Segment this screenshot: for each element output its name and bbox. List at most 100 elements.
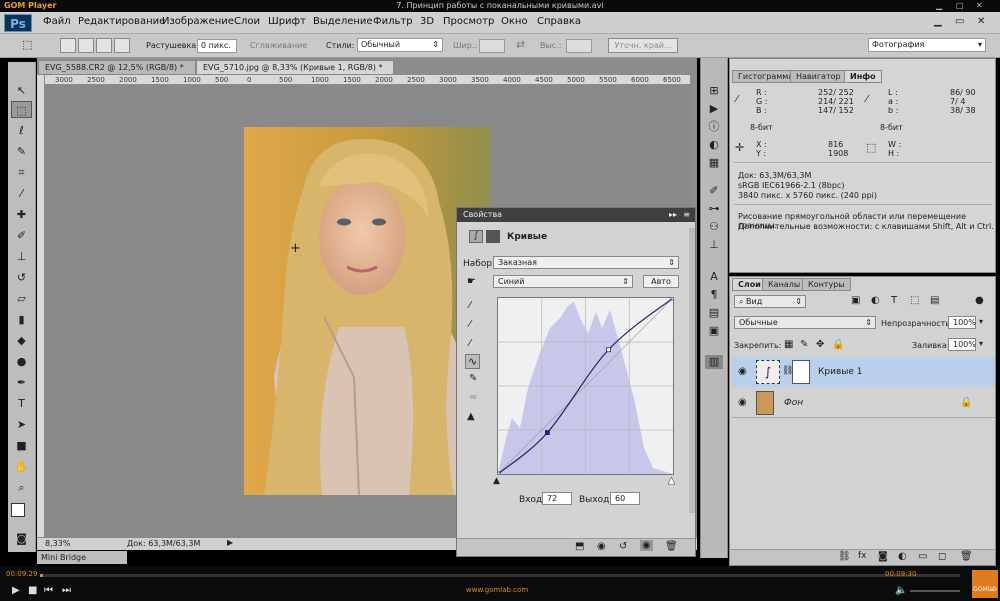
eraser-tool-icon[interactable]: ▱: [11, 290, 32, 307]
filter-adjustment-icon[interactable]: ◐: [871, 295, 880, 306]
view-previous-icon[interactable]: ◉: [597, 541, 606, 552]
shape-tool-icon[interactable]: ■: [11, 437, 32, 454]
swatches-panel-icon[interactable]: ▦: [705, 156, 723, 170]
layer-filter-select[interactable]: ⌕ Вид ⇕: [734, 295, 806, 308]
zoom-level[interactable]: 8,33%: [45, 539, 70, 548]
mask-icon[interactable]: [486, 230, 500, 243]
paragraph-panel-icon[interactable]: ¶: [705, 288, 723, 302]
doc-tab-jpg[interactable]: EVG_5710.jpg @ 8,33% (Кривые 1, RGB/8) *…: [196, 60, 394, 81]
properties-scrollbar[interactable]: [689, 228, 695, 513]
info-panel-icon[interactable]: ⓘ: [705, 120, 723, 134]
visibility-icon[interactable]: ◉: [640, 540, 653, 551]
character-panel-icon[interactable]: A: [705, 270, 723, 284]
lock-pixels-icon[interactable]: ✎: [800, 339, 808, 350]
status-arrow-icon[interactable]: ▶: [227, 538, 233, 547]
new-layer-icon[interactable]: ◻: [938, 551, 946, 562]
maximize-icon[interactable]: □: [956, 1, 964, 10]
volume-icon[interactable]: 🔈: [895, 585, 907, 596]
doc-tab-cr2[interactable]: EVG_5588.CR2 @ 12,5% (RGB/8) * ×: [38, 60, 196, 81]
fill-input[interactable]: 100%: [948, 338, 976, 351]
menu-image[interactable]: Изображение: [162, 16, 234, 27]
link-layers-icon[interactable]: ⛓: [838, 551, 851, 562]
swap-icon[interactable]: ⇄: [516, 38, 525, 51]
panel-menu-icon[interactable]: ≡: [683, 210, 690, 219]
mini-bridge-tab[interactable]: Mini Bridge: [37, 551, 127, 564]
curve-point[interactable]: [545, 430, 550, 435]
opacity-input[interactable]: 100%: [948, 316, 976, 329]
filter-pixel-icon[interactable]: ▣: [851, 295, 860, 306]
path-select-tool-icon[interactable]: ➤: [11, 416, 32, 433]
output-value-field[interactable]: 60: [610, 492, 640, 505]
history-panel-icon[interactable]: ⊞: [705, 84, 723, 98]
channel-select[interactable]: Синий ⇕: [493, 275, 633, 288]
layer-mask-thumbnail[interactable]: [792, 360, 810, 384]
auto-button[interactable]: Авто: [643, 275, 679, 288]
blur-tool-icon[interactable]: ◆: [11, 332, 32, 349]
style-select[interactable]: Обычный ⇕: [357, 38, 443, 52]
delete-layer-icon[interactable]: 🗑: [960, 551, 973, 562]
curve-edit-points-icon[interactable]: ∿: [465, 354, 481, 369]
healing-tool-icon[interactable]: ✚: [11, 206, 32, 223]
next-icon[interactable]: ⏭: [62, 585, 71, 596]
hand-tool-icon[interactable]: ✋: [11, 458, 32, 475]
close-icon[interactable]: ✕: [976, 1, 983, 10]
curves-graph[interactable]: [495, 295, 676, 477]
menu-file[interactable]: Файл: [43, 16, 71, 27]
gomlab-url[interactable]: www.gomlab.com: [466, 586, 528, 594]
menu-help[interactable]: Справка: [537, 16, 581, 27]
new-selection-button[interactable]: [60, 38, 76, 53]
target-adjust-icon[interactable]: ☛: [467, 276, 476, 287]
gomlab-home-button[interactable]: GOMlab: [972, 570, 998, 598]
curve-point[interactable]: [606, 347, 611, 353]
brush-tool-icon[interactable]: ✐: [11, 227, 32, 244]
lock-transparency-icon[interactable]: ▦: [784, 339, 793, 350]
clone-source-icon[interactable]: ⚇: [705, 220, 723, 234]
intersect-selection-button[interactable]: [114, 38, 130, 53]
document-photo[interactable]: [244, 127, 490, 495]
zoom-tool-icon[interactable]: ⌕: [11, 479, 32, 496]
antialias-checkbox[interactable]: Сглаживание: [250, 41, 307, 50]
quick-mask-icon[interactable]: ◙: [11, 530, 32, 547]
stop-icon[interactable]: ■: [28, 585, 37, 596]
layer-row-curves[interactable]: ◉ ∫ ⛓ Кривые 1: [732, 357, 995, 387]
ps-close-icon[interactable]: ✕: [977, 16, 985, 27]
white-point-eyedropper-icon[interactable]: ⁄: [469, 338, 471, 349]
history-brush-icon[interactable]: ↺: [11, 269, 32, 286]
white-slider-icon[interactable]: ▲: [668, 476, 675, 487]
layer-name[interactable]: Кривые 1: [818, 367, 863, 377]
menu-type[interactable]: Шрифт: [268, 16, 306, 27]
menu-view[interactable]: Просмотр: [443, 16, 494, 27]
color-panel-icon[interactable]: ◐: [705, 138, 723, 152]
prev-icon[interactable]: ⏮: [44, 585, 53, 596]
marquee-tool-icon[interactable]: ⬚: [11, 101, 32, 118]
layer-name[interactable]: Фон: [784, 398, 803, 408]
properties-panel-icon[interactable]: ▥: [705, 355, 723, 369]
collapse-icon[interactable]: ▸▸: [669, 210, 677, 219]
menu-window[interactable]: Окно: [501, 16, 528, 27]
pen-tool-icon[interactable]: ✒: [11, 374, 32, 391]
menu-layers[interactable]: Слои: [234, 16, 260, 27]
trash-icon[interactable]: 🗑: [665, 541, 678, 552]
clip-to-layer-icon[interactable]: ⬒: [575, 541, 584, 552]
marquee-preset-icon[interactable]: ⬚: [22, 38, 32, 51]
black-slider-icon[interactable]: ▲: [493, 476, 500, 486]
smooth-icon[interactable]: ≈: [469, 392, 477, 403]
pencil-draw-icon[interactable]: ✎: [469, 373, 477, 384]
volume-slider[interactable]: [910, 590, 960, 592]
curve-point[interactable]: [670, 295, 676, 301]
crop-tool-icon[interactable]: ⌗: [11, 164, 32, 181]
visibility-eye-icon[interactable]: ◉: [738, 366, 747, 377]
minimize-icon[interactable]: ▁: [936, 1, 942, 10]
quick-select-tool-icon[interactable]: ✎: [11, 143, 32, 160]
filter-shape-icon[interactable]: ⬚: [910, 295, 919, 306]
visibility-eye-icon[interactable]: ◉: [738, 397, 747, 408]
blend-mode-select[interactable]: Обычные ⇕: [734, 316, 876, 329]
move-tool-icon[interactable]: ↖: [11, 82, 32, 99]
play-icon[interactable]: ▶: [12, 585, 20, 596]
menu-select[interactable]: Выделение: [313, 16, 373, 27]
menu-filter[interactable]: Фильтр: [373, 16, 413, 27]
filter-smart-icon[interactable]: ▤: [930, 295, 939, 306]
actions-panel-icon[interactable]: ▶: [705, 102, 723, 116]
feather-input[interactable]: 0 пикс.: [197, 39, 237, 53]
layer-style-icon[interactable]: fx: [858, 551, 867, 561]
